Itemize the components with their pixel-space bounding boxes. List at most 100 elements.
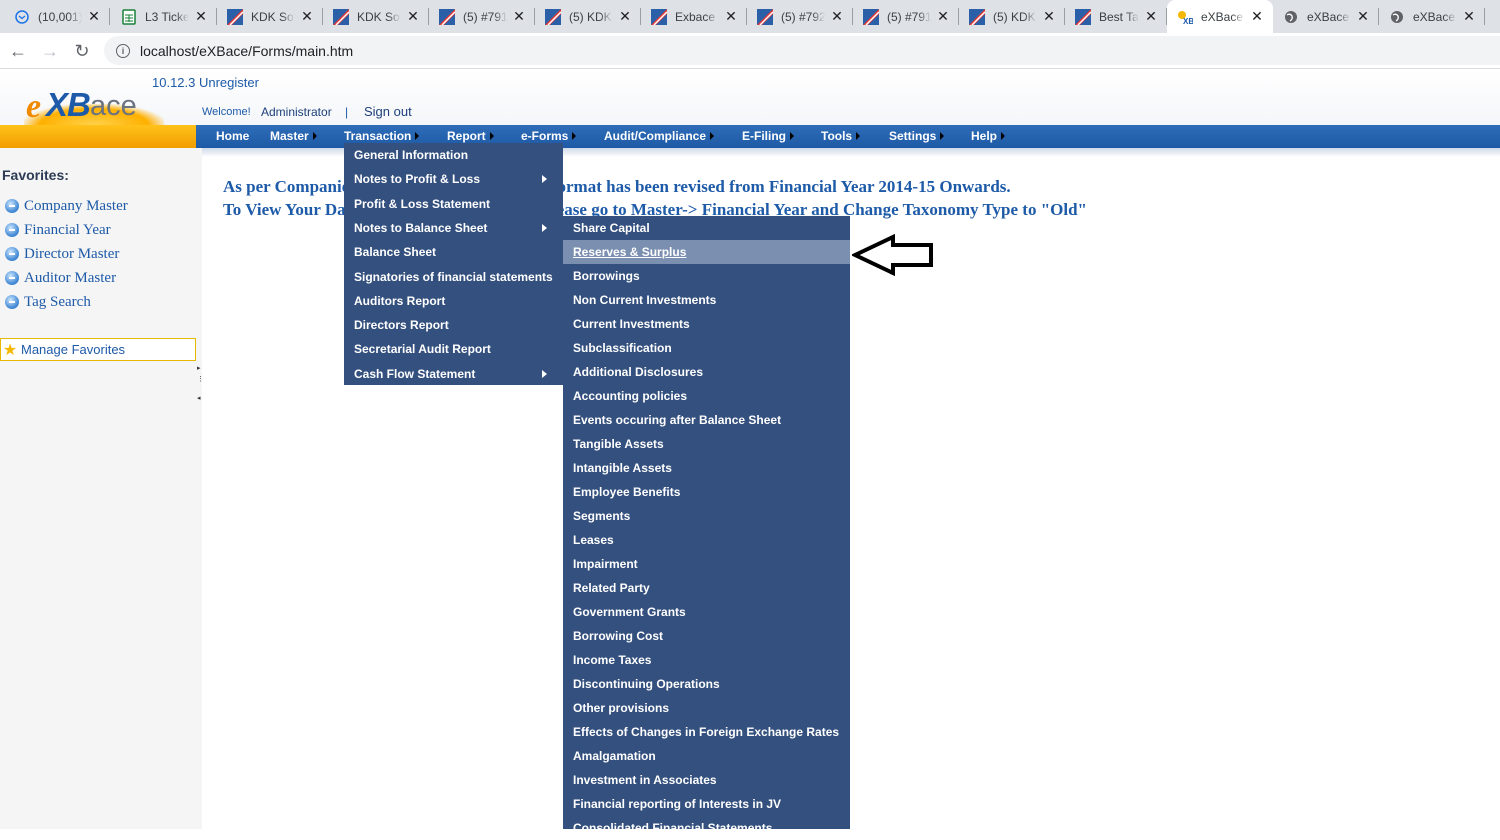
close-icon[interactable]: ✕: [299, 8, 315, 25]
transaction-item[interactable]: Auditors Report: [344, 289, 563, 313]
balance-sheet-note-item[interactable]: Income Taxes: [563, 648, 850, 672]
close-icon[interactable]: ✕: [1249, 8, 1265, 25]
transaction-item[interactable]: Notes to Balance Sheet: [344, 216, 563, 240]
balance-sheet-note-item[interactable]: Discontinuing Operations: [563, 672, 850, 696]
balance-sheet-note-item[interactable]: Related Party: [563, 576, 850, 600]
close-icon[interactable]: ✕: [1355, 8, 1371, 25]
transaction-item[interactable]: Profit & Loss Statement: [344, 192, 563, 216]
menu-settings[interactable]: Settings: [889, 125, 945, 148]
url-text: localhost/eXBace/Forms/main.htm: [140, 42, 354, 59]
browser-tab[interactable]: L3 Ticket ✕: [111, 0, 217, 33]
menu-label: Audit/Compliance: [604, 129, 707, 143]
browser-tab[interactable]: eXBace ✕: [1379, 0, 1485, 33]
balance-sheet-note-item[interactable]: Government Grants: [563, 600, 850, 624]
transaction-item[interactable]: Cash Flow Statement: [344, 362, 563, 386]
favorite-bullet-icon: [5, 247, 19, 261]
balance-sheet-note-item[interactable]: Leases: [563, 528, 850, 552]
transaction-item[interactable]: Balance Sheet: [344, 240, 563, 264]
transaction-item[interactable]: Notes to Profit & Loss: [344, 167, 563, 191]
balance-sheet-note-item[interactable]: Non Current Investments: [563, 288, 850, 312]
balance-sheet-note-item[interactable]: Subclassification: [563, 336, 850, 360]
balance-sheet-note-item[interactable]: Current Investments: [563, 312, 850, 336]
browser-tab[interactable]: (5) #792 ✕: [747, 0, 853, 33]
balance-sheet-note-item[interactable]: Financial reporting of Interests in JV: [563, 792, 850, 816]
balance-sheet-note-item[interactable]: Borrowings: [563, 264, 850, 288]
browser-tab[interactable]: (10,001) ✕: [4, 0, 110, 33]
kdk-icon: [757, 8, 773, 25]
transaction-dropdown: General Information Notes to Profit & Los…: [344, 143, 563, 385]
close-icon[interactable]: ✕: [1461, 8, 1477, 25]
menu-label: Help: [971, 129, 998, 143]
browser-tab[interactable]: KDK Software ✕: [217, 0, 323, 33]
reload-icon[interactable]: ↻: [70, 39, 94, 63]
browser-tab[interactable]: (5) KDK ✕: [959, 0, 1065, 33]
close-icon[interactable]: ✕: [511, 8, 527, 25]
info-icon[interactable]: i: [116, 43, 130, 58]
sign-out-link[interactable]: Sign out: [364, 104, 412, 119]
browser-tab[interactable]: (5) #791 ✕: [429, 0, 535, 33]
close-icon[interactable]: ✕: [1041, 8, 1057, 25]
browser-tab[interactable]: (5) #791 ✕: [853, 0, 959, 33]
close-icon[interactable]: ✕: [829, 8, 845, 25]
close-icon[interactable]: ✕: [723, 8, 739, 25]
close-icon[interactable]: ✕: [935, 8, 951, 25]
balance-sheet-note-item[interactable]: Events occuring after Balance Sheet: [563, 408, 850, 432]
transaction-item-label: Secretarial Audit Report: [354, 342, 491, 357]
balance-sheet-note-item[interactable]: Intangible Assets: [563, 456, 850, 480]
balance-sheet-note-item[interactable]: Employee Benefits: [563, 480, 850, 504]
balance-sheet-note-item[interactable]: Other provisions: [563, 696, 850, 720]
balance-sheet-note-item[interactable]: Amalgamation: [563, 744, 850, 768]
favorite-financial-year[interactable]: Financial Year: [5, 220, 111, 240]
close-icon[interactable]: ✕: [86, 8, 102, 25]
balance-sheet-notes-submenu: Share Capital Reserves & Surplus Borrowing…: [563, 216, 850, 835]
balance-sheet-note-item[interactable]: Borrowing Cost: [563, 624, 850, 648]
header-separator: |: [345, 105, 349, 119]
grip-dot-icon: ⋮: [197, 376, 204, 383]
pointer-arrow-annotation: [852, 234, 933, 276]
tab-title: eXBace: [1413, 9, 1456, 24]
favorite-auditor-master[interactable]: Auditor Master: [5, 268, 116, 288]
balance-sheet-note-item[interactable]: Tangible Assets: [563, 432, 850, 456]
balance-sheet-note-label: Events occuring after Balance Sheet: [573, 413, 782, 427]
favorite-director-master[interactable]: Director Master: [5, 244, 119, 264]
close-icon[interactable]: ✕: [1143, 8, 1159, 25]
sidebar-splitter-handle[interactable]: ▸ ⋮ ◂: [197, 364, 204, 408]
balance-sheet-note-item[interactable]: Consolidated Financial Statements: [563, 816, 850, 840]
browser-tab[interactable]: Best Tax ✕: [1065, 0, 1167, 33]
balance-sheet-note-item[interactable]: Share Capital: [563, 216, 850, 240]
forward-arrow-icon[interactable]: →: [38, 39, 62, 63]
close-icon[interactable]: ✕: [617, 8, 633, 25]
balance-sheet-note-item[interactable]: Segments: [563, 504, 850, 528]
back-arrow-icon[interactable]: ←: [6, 39, 30, 63]
browser-tab[interactable]: Exbace ✕: [641, 0, 747, 33]
balance-sheet-note-item[interactable]: Reserves & Surplus: [563, 240, 850, 264]
menu-audit-compliance[interactable]: Audit/Compliance: [604, 125, 715, 148]
transaction-item[interactable]: Directors Report: [344, 313, 563, 337]
favorite-company-master[interactable]: Company Master: [5, 196, 128, 216]
balance-sheet-note-item[interactable]: Additional Disclosures: [563, 360, 850, 384]
menu-home[interactable]: Home: [216, 125, 249, 148]
menu-e-filing[interactable]: E-Filing: [742, 125, 794, 148]
browser-tab[interactable]: eXBace ✕: [1273, 0, 1379, 33]
browser-tab[interactable]: (5) KDK ✕: [535, 0, 641, 33]
balance-sheet-note-item[interactable]: Effects of Changes in Foreign Exchange R…: [563, 720, 850, 744]
balance-sheet-note-label: Income Taxes: [573, 653, 652, 667]
menu-master[interactable]: Master: [270, 125, 317, 148]
menu-label: Settings: [889, 129, 937, 143]
address-bar[interactable]: i localhost/eXBace/Forms/main.htm: [104, 36, 1500, 65]
transaction-item[interactable]: General Information: [344, 143, 563, 167]
menu-help[interactable]: Help: [971, 125, 1006, 148]
balance-sheet-note-item[interactable]: Accounting policies: [563, 384, 850, 408]
transaction-item[interactable]: Signatories of financial statements: [344, 265, 563, 289]
favorite-tag-search[interactable]: Tag Search: [5, 292, 91, 312]
browser-tab[interactable]: KDK Software ✕: [323, 0, 429, 33]
balance-sheet-note-item[interactable]: Investment in Associates: [563, 768, 850, 792]
menu-tools[interactable]: Tools: [821, 125, 861, 148]
submenu-arrow-icon: [790, 132, 794, 140]
close-icon[interactable]: ✕: [193, 8, 209, 25]
close-icon[interactable]: ✕: [405, 8, 421, 25]
transaction-item[interactable]: Secretarial Audit Report: [344, 337, 563, 361]
browser-tab[interactable]: XB eXBace ✕: [1167, 0, 1273, 33]
manage-favorites-button[interactable]: ★ Manage Favorites: [0, 338, 196, 361]
balance-sheet-note-item[interactable]: Impairment: [563, 552, 850, 576]
